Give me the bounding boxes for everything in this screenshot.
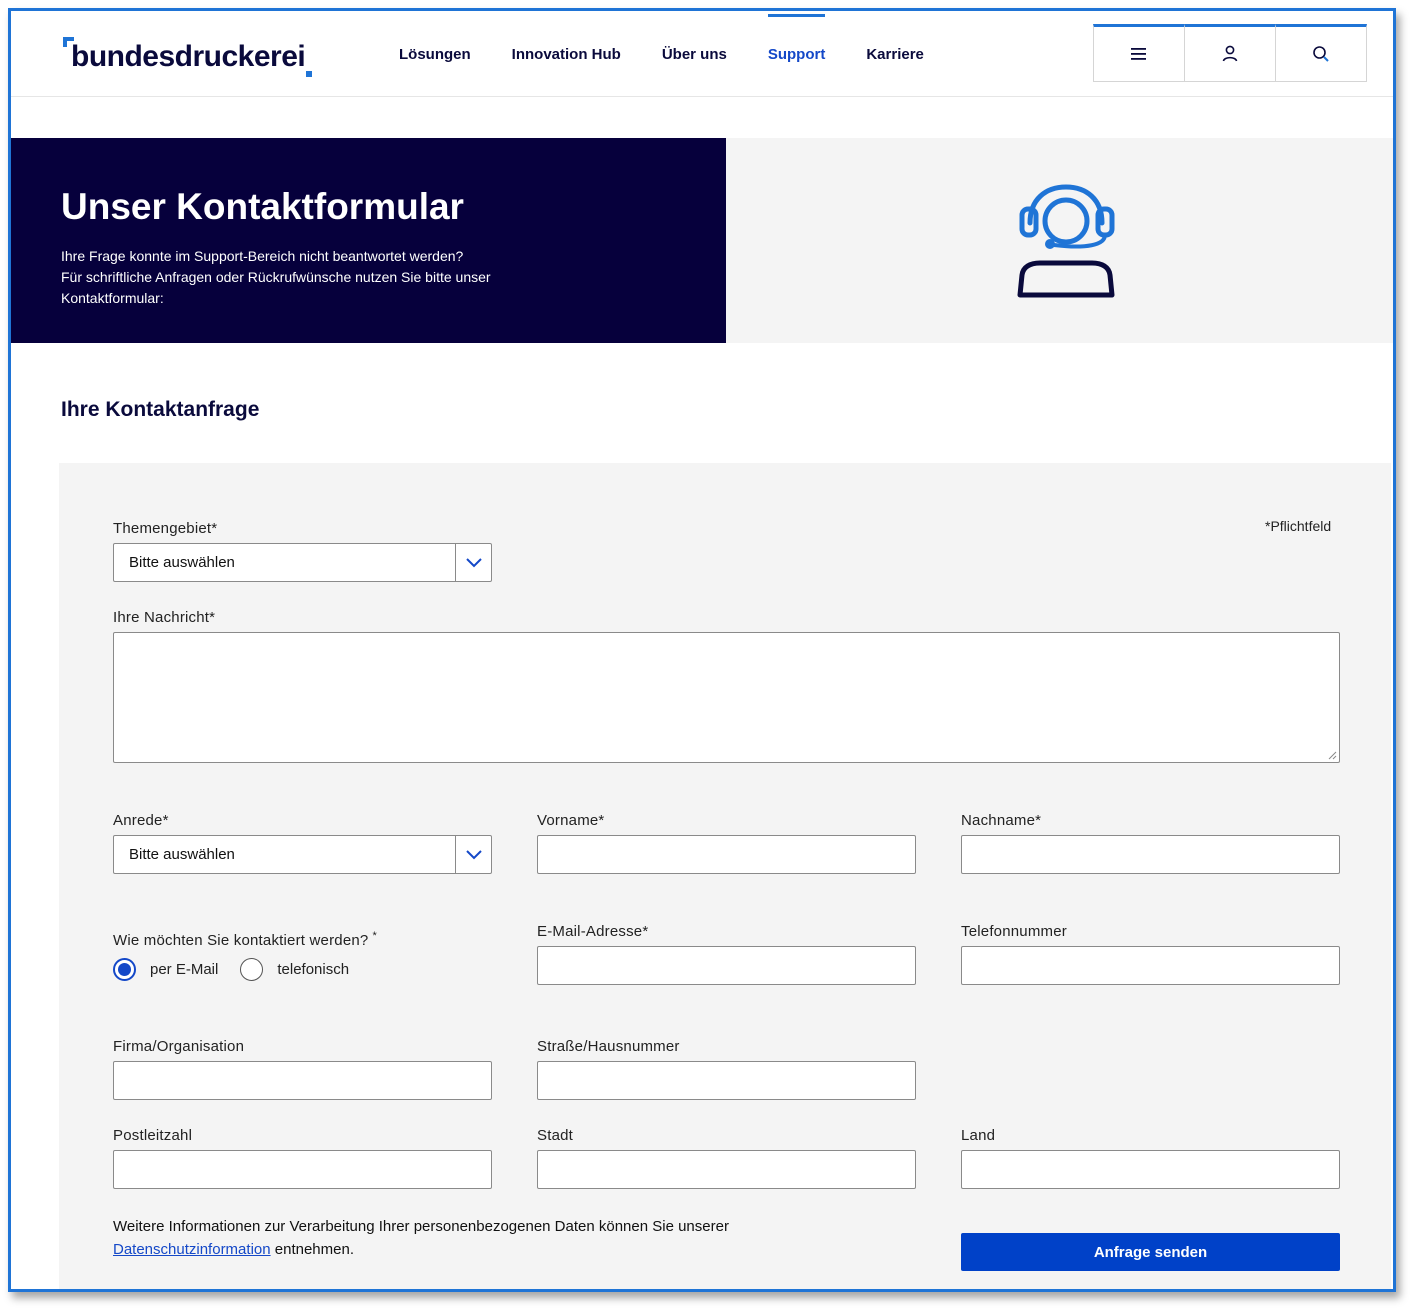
menu-button[interactable] <box>1093 24 1185 82</box>
phone-input[interactable] <box>961 946 1340 985</box>
hero-banner: Unser Kontaktformular Ihre Frage konnte … <box>11 138 726 343</box>
salutation-label: Anrede* <box>113 812 169 829</box>
privacy-link[interactable]: Datenschutzinformation <box>113 1241 271 1258</box>
firstname-label: Vorname* <box>537 812 605 829</box>
lastname-input[interactable] <box>961 835 1340 874</box>
search-icon <box>1313 46 1329 62</box>
header-tools <box>1093 24 1367 82</box>
nav-item-ueber-uns[interactable]: Über uns <box>662 11 727 97</box>
contact-method-label-text: Wie möchten Sie kontaktiert werden? <box>113 932 369 949</box>
logo-text: bundesdruckerei <box>71 40 306 73</box>
salutation-select-value: Bitte auswählen <box>129 846 235 863</box>
message-textarea[interactable] <box>113 632 1340 763</box>
street-label: Straße/Hausnummer <box>537 1038 680 1055</box>
zip-label: Postleitzahl <box>113 1127 193 1144</box>
topic-select-toggle[interactable] <box>455 544 491 581</box>
hero-line-3: Kontaktformular: <box>61 290 164 306</box>
contact-method-label: Wie möchten Sie kontaktiert werden? * <box>113 930 377 949</box>
chevron-down-icon <box>465 557 482 567</box>
hero-illustration <box>726 138 1393 343</box>
country-input[interactable] <box>961 1150 1340 1189</box>
radio-phone[interactable] <box>240 958 264 981</box>
privacy-text-before: Weitere Informationen zur Verarbeitung I… <box>113 1218 729 1235</box>
page-title: Unser Kontaktformular <box>61 186 464 227</box>
message-label: Ihre Nachricht* <box>113 609 216 626</box>
topic-label: Themengebiet* <box>113 520 218 537</box>
radio-email-label[interactable]: per E-Mail <box>150 961 218 978</box>
country-label: Land <box>961 1127 996 1144</box>
privacy-text-after: entnehmen. <box>274 1241 354 1258</box>
account-button[interactable] <box>1184 24 1276 82</box>
lastname-label: Nachname* <box>961 812 1042 829</box>
logo-dot-icon <box>306 71 313 77</box>
company-label: Firma/Organisation <box>113 1038 245 1055</box>
hero-description: Ihre Frage konnte im Support-Bereich nic… <box>61 246 561 309</box>
browser-frame: bundesdruckerei Lösungen Innovation Hub … <box>8 8 1396 1292</box>
salutation-select[interactable]: Bitte auswählen <box>113 835 492 874</box>
hero-line-1: Ihre Frage konnte im Support-Bereich nic… <box>61 248 464 264</box>
submit-button[interactable]: Anfrage senden <box>961 1233 1340 1271</box>
topic-select[interactable]: Bitte auswählen <box>113 543 492 582</box>
city-input[interactable] <box>537 1150 916 1189</box>
required-note: *Pflichtfeld <box>1265 518 1332 534</box>
radio-phone-label[interactable]: telefonisch <box>277 961 349 978</box>
nav-item-support[interactable]: Support <box>767 11 825 97</box>
street-input[interactable] <box>537 1061 916 1100</box>
menu-icon <box>1131 48 1146 60</box>
main-nav: Lösungen Innovation Hub Über uns Support… <box>399 11 965 97</box>
resize-handle-icon[interactable] <box>1328 751 1337 760</box>
city-label: Stadt <box>537 1127 574 1144</box>
contact-form: *Pflichtfeld Themengebiet* Bitte auswähl… <box>59 463 1391 1289</box>
hero-line-2: Für schriftliche Anfragen oder Rückrufwü… <box>61 269 491 285</box>
phone-label: Telefonnummer <box>961 923 1067 940</box>
user-icon <box>1222 45 1238 62</box>
company-input[interactable] <box>113 1061 492 1100</box>
email-input[interactable] <box>537 946 916 985</box>
chevron-down-icon <box>465 849 482 859</box>
nav-item-innovation-hub[interactable]: Innovation Hub <box>512 11 621 97</box>
form-section-title: Ihre Kontaktanfrage <box>61 398 260 421</box>
search-button[interactable] <box>1275 24 1367 82</box>
radio-selected-dot <box>118 963 131 976</box>
nav-item-karriere[interactable]: Karriere <box>866 11 924 97</box>
zip-input[interactable] <box>113 1150 492 1189</box>
logo[interactable]: bundesdruckerei <box>63 37 313 77</box>
contact-method-radios: per E-Mail telefonisch <box>113 958 371 981</box>
privacy-notice: Weitere Informationen zur Verarbeitung I… <box>113 1215 833 1261</box>
headset-agent-icon <box>1017 184 1115 298</box>
site-header: bundesdruckerei Lösungen Innovation Hub … <box>11 11 1393 97</box>
salutation-select-toggle[interactable] <box>455 836 491 873</box>
contact-method-required: * <box>372 930 377 942</box>
firstname-input[interactable] <box>537 835 916 874</box>
topic-select-value: Bitte auswählen <box>129 554 235 571</box>
nav-item-loesungen[interactable]: Lösungen <box>399 11 471 97</box>
radio-email[interactable] <box>113 958 136 981</box>
logo-bracket-icon <box>63 37 74 47</box>
email-label: E-Mail-Adresse* <box>537 923 649 940</box>
